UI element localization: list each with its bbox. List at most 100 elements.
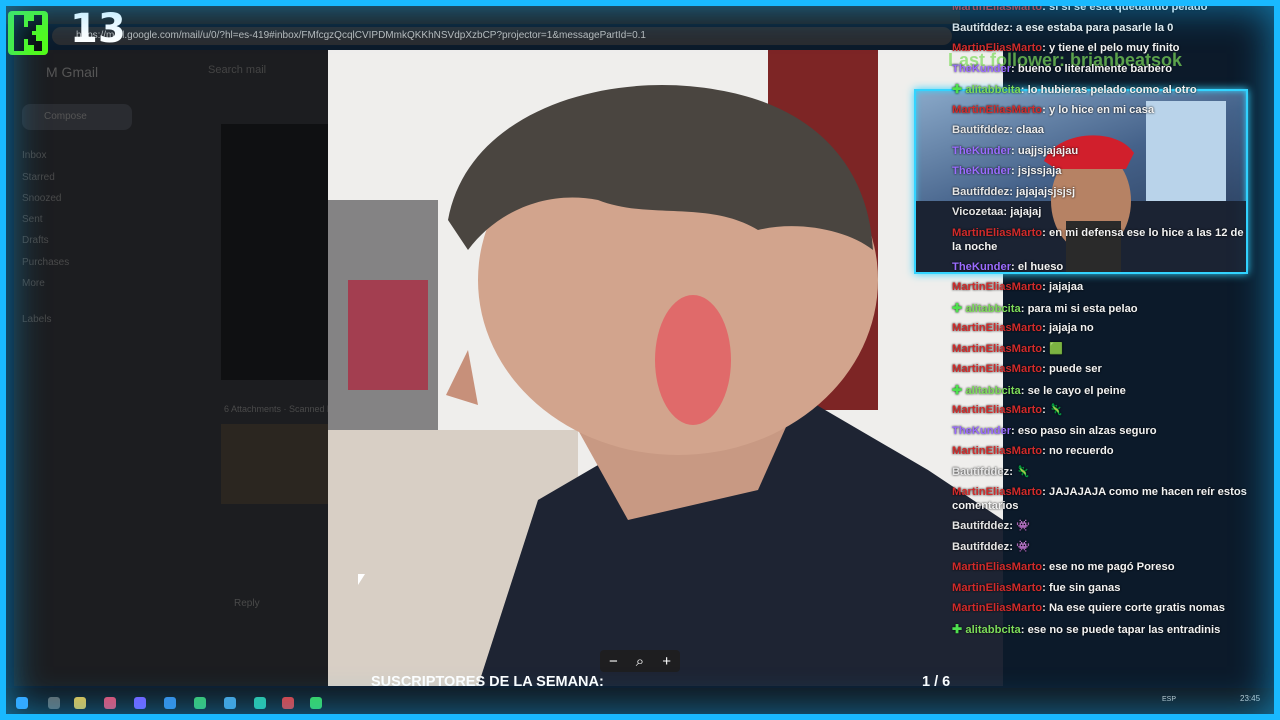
nav-item-drafts[interactable]: Drafts (22, 235, 49, 246)
app-icon[interactable] (134, 697, 146, 709)
language-indicator[interactable]: ESP (1162, 696, 1176, 703)
app-icon[interactable] (164, 697, 176, 709)
chat-username[interactable]: Bautifddez (952, 124, 1009, 136)
zoom-reset-button[interactable]: ⌕ (636, 653, 644, 670)
attachment-image-viewer (328, 50, 1003, 686)
chat-message: Bautifddez: jajajajsjsjsj (952, 185, 1250, 199)
app-icon[interactable] (282, 697, 294, 709)
app-icon[interactable] (310, 697, 322, 709)
nav-item-sent[interactable]: Sent (22, 214, 43, 225)
labels-heading: Labels (22, 314, 52, 325)
gmail-logo: M Gmail (46, 64, 99, 80)
folder-icon[interactable] (74, 697, 86, 709)
chat-username[interactable]: MartinEliasMarto (952, 561, 1042, 573)
chat-text: : para mi si esta pelao (1020, 302, 1138, 315)
attachment-preview[interactable] (221, 124, 329, 380)
chat-message: ✚ alitabbcita: para mi si esta pelao (952, 301, 1250, 316)
address-bar[interactable]: https://mail.google.com/mail/u/0/?hl=es-… (52, 27, 952, 45)
chat-message: MartinEliasMarto: jajaja no (952, 321, 1250, 335)
chat-username[interactable]: MartinEliasMarto (952, 1, 1042, 13)
chat-username[interactable]: MartinEliasMarto (952, 42, 1042, 54)
sub-badge-icon: ✚ (952, 621, 966, 636)
chat-text: : lo hubieras pelado como al otro (1020, 84, 1197, 96)
chat-username[interactable]: MartinEliasMarto (952, 281, 1042, 293)
zoom-out-button[interactable]: − (609, 653, 618, 670)
nav-item-more[interactable]: More (22, 278, 45, 289)
chat-message: MartinEliasMarto: fue sin ganas (952, 581, 1250, 595)
search-icon[interactable] (48, 697, 60, 709)
attachment-thumbnail[interactable] (221, 424, 329, 504)
chat-text: : a ese estaba para pasarle la 0 (1009, 21, 1174, 34)
browser-tab-strip (0, 0, 960, 24)
chat-text: : jajaja no (1042, 322, 1094, 334)
clock[interactable]: 23:45 (1240, 694, 1260, 703)
chat-text: : el hueso (1011, 260, 1064, 273)
chat-username[interactable]: MartinEliasMarto (952, 322, 1042, 334)
chat-text: : puede ser (1042, 363, 1102, 375)
app-icon[interactable] (254, 697, 266, 709)
nav-item-inbox[interactable]: Inbox (22, 150, 46, 161)
chat-username[interactable]: alitabbcita (965, 385, 1020, 397)
chat-text: : 🦎 (1009, 465, 1030, 478)
chat-username[interactable]: TheKunder (952, 63, 1011, 75)
chat-message: TheKunder: bueno o literalmente barbero (952, 62, 1250, 76)
chat-text: : jsjssjaja (1011, 165, 1062, 177)
chat-text: : jajajaa (1042, 281, 1084, 293)
chat-username[interactable]: Bautifddez (952, 520, 1009, 532)
app-icon[interactable] (194, 697, 206, 709)
chat-message: MartinEliasMarto: jajajaa (952, 280, 1250, 294)
chat-text: : 👾 (1009, 520, 1030, 532)
chat-message: Bautifddez: 👾 (952, 540, 1250, 554)
chat-message: TheKunder: el hueso (952, 260, 1250, 274)
chat-message: MartinEliasMarto: 🟩 (952, 342, 1250, 356)
chat-username[interactable]: MartinEliasMarto (952, 104, 1042, 116)
chat-message: MartinEliasMarto: en mi defensa ese lo h… (952, 226, 1250, 254)
zoom-in-button[interactable]: + (662, 653, 671, 670)
nav-item-starred[interactable]: Starred (22, 172, 55, 183)
chat-username[interactable]: MartinEliasMarto (952, 227, 1042, 239)
chat-username[interactable]: MartinEliasMarto (952, 445, 1042, 457)
windows-start-icon[interactable] (16, 697, 28, 709)
nav-item-purchases[interactable]: Purchases (22, 257, 69, 268)
chat-panel: MartinEliasMarto: si si se está quedando… (946, 0, 1256, 660)
chat-username[interactable]: MartinEliasMarto (952, 602, 1042, 614)
chat-text: : y lo hice en mi casa (1042, 103, 1155, 116)
app-icon[interactable] (224, 697, 236, 709)
chat-username[interactable]: MartinEliasMarto (952, 343, 1042, 355)
chat-username[interactable]: alitabbcita (965, 303, 1020, 315)
chat-text: : ese no se puede tapar las entradinis (1020, 623, 1221, 636)
chat-username[interactable]: TheKunder (952, 261, 1011, 273)
chat-text: : uajjsjajajau (1011, 144, 1079, 157)
search-input[interactable]: Search mail (208, 64, 266, 76)
chat-username[interactable]: TheKunder (952, 145, 1011, 157)
chat-text: : bueno o literalmente barbero (1011, 62, 1173, 75)
chat-message: MartinEliasMarto: 🦎 (952, 403, 1250, 417)
chat-username[interactable]: MartinEliasMarto (952, 404, 1042, 416)
chat-username[interactable]: Bautifddez (952, 22, 1009, 34)
chat-username[interactable]: MartinEliasMarto (952, 363, 1042, 375)
app-icon[interactable] (104, 697, 116, 709)
chat-username[interactable]: alitabbcita (965, 84, 1020, 96)
chat-message: MartinEliasMarto: ese no me pagó Poreso (952, 560, 1250, 574)
kick-logo (8, 11, 48, 55)
chat-username[interactable]: MartinEliasMarto (952, 486, 1042, 498)
chat-username[interactable]: Bautifddez (952, 541, 1009, 553)
chat-username[interactable]: alitabbcita (965, 624, 1020, 636)
chat-message: Vicozetaa: jajajaj (952, 205, 1250, 219)
chat-text: : se le cayo el peine (1020, 384, 1126, 397)
chat-message: MartinEliasMarto: y lo hice en mi casa (952, 103, 1250, 117)
compose-button[interactable]: Compose (22, 104, 132, 130)
chat-username[interactable]: TheKunder (952, 425, 1011, 437)
mouse-cursor-icon (358, 574, 365, 585)
chat-message: MartinEliasMarto: y tiene el pelo muy fi… (952, 41, 1250, 55)
reply-button[interactable]: Reply (234, 598, 260, 609)
nav-item-snoozed[interactable]: Snoozed (22, 193, 61, 204)
chat-text: : ese no me pagó Poreso (1042, 561, 1175, 573)
chat-message: TheKunder: jsjssjaja (952, 164, 1250, 178)
chat-username[interactable]: TheKunder (952, 165, 1011, 177)
chat-username[interactable]: Bautifddez (952, 466, 1009, 478)
chat-username[interactable]: Vicozetaa (952, 206, 1003, 218)
chat-message: MartinEliasMarto: si si se está quedando… (952, 0, 1250, 14)
chat-username[interactable]: MartinEliasMarto (952, 582, 1042, 594)
chat-username[interactable]: Bautifddez (952, 186, 1009, 198)
